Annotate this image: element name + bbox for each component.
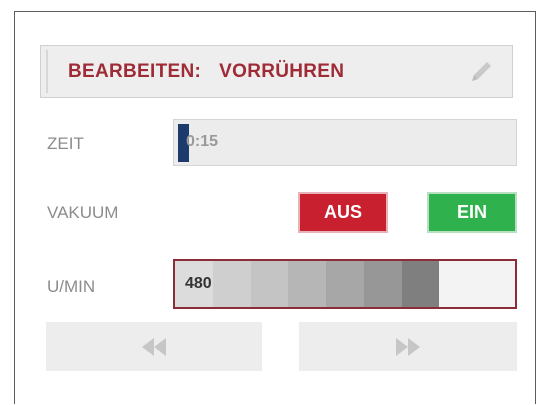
rpm-segment <box>477 261 515 307</box>
rewind-button[interactable] <box>46 322 262 371</box>
edit-prefix-label: BEARBEITEN: <box>68 60 202 82</box>
rpm-value: 480 <box>185 275 212 292</box>
time-field[interactable]: 0:15 <box>173 119 517 166</box>
pencil-icon[interactable] <box>466 57 496 87</box>
edit-program-bar[interactable]: BEARBEITEN: VORRÜHREN <box>40 45 513 98</box>
rpm-segment <box>326 261 364 307</box>
vacuum-label: VAKUUM <box>47 203 119 222</box>
vacuum-off-button[interactable]: AUS <box>298 192 388 233</box>
rpm-slider[interactable]: 480 <box>173 259 517 309</box>
rpm-segment <box>250 261 289 307</box>
time-label: ZEIT <box>47 134 84 153</box>
rpm-segment <box>439 261 478 307</box>
rewind-icon <box>142 337 166 356</box>
fast-forward-icon <box>396 337 420 356</box>
program-name: VORRÜHREN <box>219 60 345 82</box>
rpm-segment <box>212 261 251 307</box>
time-value: 0:15 <box>186 133 219 150</box>
edit-bar-accent <box>46 50 48 93</box>
rpm-segment <box>401 261 440 307</box>
rpm-segment <box>288 261 327 307</box>
vacuum-on-button[interactable]: EIN <box>427 192 517 233</box>
fast-forward-button[interactable] <box>299 322 517 371</box>
rpm-segment <box>363 261 402 307</box>
rpm-label: U/MIN <box>47 277 96 296</box>
